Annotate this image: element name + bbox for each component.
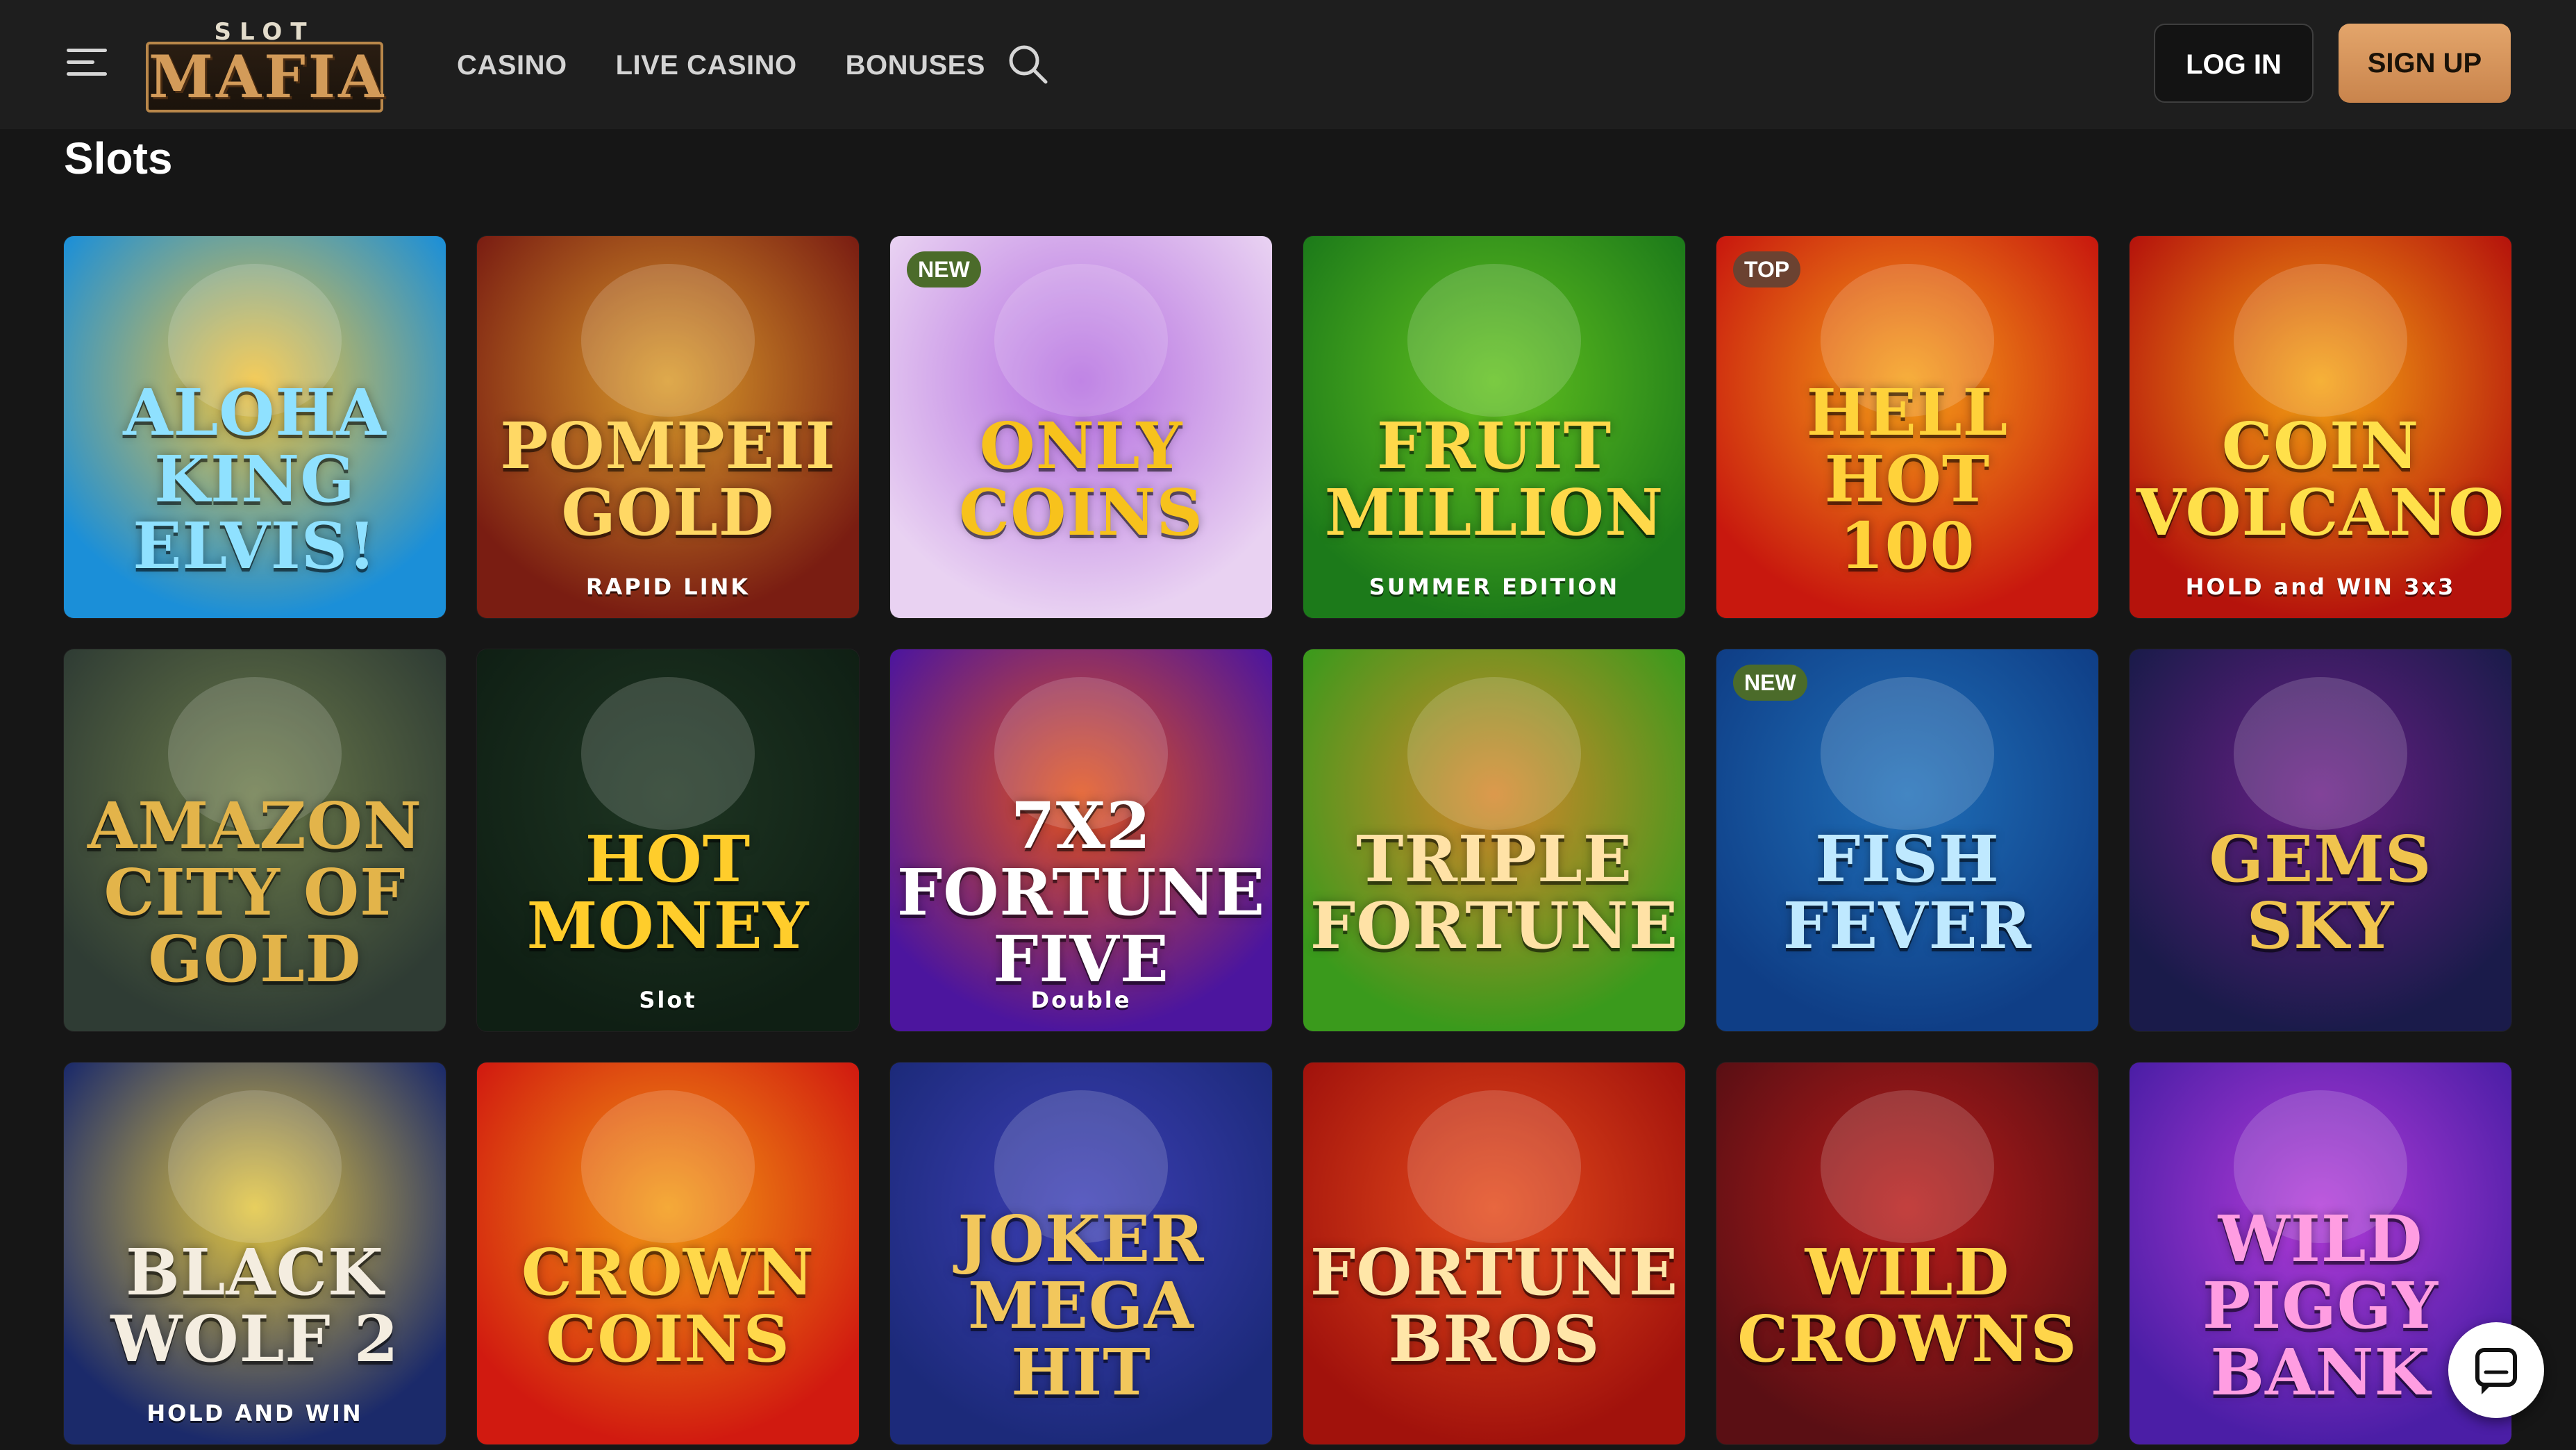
game-tile[interactable]: Black Wolf 2 HOLD AND WIN xyxy=(64,1062,446,1444)
game-tile[interactable]: 7x2 Fortune Five Double xyxy=(890,649,1272,1031)
game-subtitle: SUMMER EDITION xyxy=(1369,574,1620,600)
chat-bubble-icon xyxy=(2475,1348,2517,1394)
game-title: Coin Volcano xyxy=(2136,408,2505,550)
game-tile[interactable]: Wild Crowns xyxy=(1716,1062,2098,1444)
game-tile[interactable]: Aloha King Elvis! xyxy=(64,236,446,618)
site-logo[interactable]: SLOT MAFIA xyxy=(143,18,386,112)
game-tile[interactable]: Pompeii Gold RAPID LINK xyxy=(477,236,859,618)
chat-widget-button[interactable] xyxy=(2448,1322,2544,1418)
game-tile[interactable]: Joker Mega Hit xyxy=(890,1062,1272,1444)
game-title: Wild Crowns xyxy=(1737,1235,2077,1376)
search-icon[interactable] xyxy=(1005,42,1050,86)
game-subtitle: HOLD and WIN 3x3 xyxy=(2185,574,2456,600)
game-tile[interactable]: Coin Volcano HOLD and WIN 3x3 xyxy=(2130,236,2511,618)
game-badge: NEW xyxy=(907,251,981,288)
game-title: Crown Coins xyxy=(521,1235,815,1376)
game-tile[interactable]: Only Coins NEW xyxy=(890,236,1272,618)
game-tile[interactable]: Hell Hot 100 TOP xyxy=(1716,236,2098,618)
nav-casino[interactable]: CASINO xyxy=(457,46,567,85)
game-title: 7x2 Fortune Five xyxy=(896,788,1266,997)
game-title: Black Wolf 2 xyxy=(110,1235,399,1376)
top-header: SLOT MAFIA CASINO LIVE CASINO BONUSES LO… xyxy=(0,0,2576,129)
game-title: Hot Money xyxy=(526,822,810,963)
game-tile[interactable]: Fish Fever NEW xyxy=(1716,649,2098,1031)
game-title: Wild Piggy Bank xyxy=(2202,1201,2439,1410)
game-tile[interactable]: Gems Sky xyxy=(2130,649,2511,1031)
game-tile[interactable]: Fortune Bros xyxy=(1303,1062,1685,1444)
game-badge: NEW xyxy=(1733,665,1807,701)
game-tile[interactable]: Hot Money Slot xyxy=(477,649,859,1031)
games-grid: Aloha King Elvis! Pompeii Gold RAPID LINK O… xyxy=(64,236,2511,1444)
game-tile[interactable]: Crown Coins xyxy=(477,1062,859,1444)
game-title: Joker Mega Hit xyxy=(957,1201,1205,1410)
game-title: Pompeii Gold xyxy=(500,408,836,550)
game-title: Fruit Million xyxy=(1324,408,1664,550)
game-subtitle: Slot xyxy=(639,987,697,1013)
game-title: Fortune Bros xyxy=(1310,1235,1679,1376)
nav-live-casino[interactable]: LIVE CASINO xyxy=(616,46,797,85)
game-title: Hell Hot 100 xyxy=(1806,375,2009,583)
game-title: Gems Sky xyxy=(2209,822,2432,963)
logo-main-text: MAFIA xyxy=(146,42,383,112)
game-title: Fish Fever xyxy=(1782,822,2032,963)
hamburger-menu-icon[interactable] xyxy=(67,46,111,79)
main-nav: CASINO LIVE CASINO BONUSES xyxy=(457,46,985,85)
game-subtitle: HOLD AND WIN xyxy=(147,1400,363,1426)
page-title: Slots xyxy=(64,133,173,183)
game-tile[interactable]: Triple Fortune xyxy=(1303,649,1685,1031)
login-button[interactable]: LOG IN xyxy=(2154,24,2314,103)
game-badge: TOP xyxy=(1733,251,1801,288)
game-title: Only Coins xyxy=(959,408,1203,550)
game-title: Aloha King Elvis! xyxy=(123,375,387,583)
game-title: Amazon City of Gold xyxy=(87,788,422,997)
game-tile[interactable]: Fruit Million SUMMER EDITION xyxy=(1303,236,1685,618)
game-subtitle: Double xyxy=(1030,987,1132,1013)
signup-button[interactable]: SIGN UP xyxy=(2339,24,2511,103)
game-subtitle: RAPID LINK xyxy=(585,574,751,600)
nav-bonuses[interactable]: BONUSES xyxy=(846,46,985,85)
game-title: Triple Fortune xyxy=(1310,822,1679,963)
game-tile[interactable]: Amazon City of Gold xyxy=(64,649,446,1031)
